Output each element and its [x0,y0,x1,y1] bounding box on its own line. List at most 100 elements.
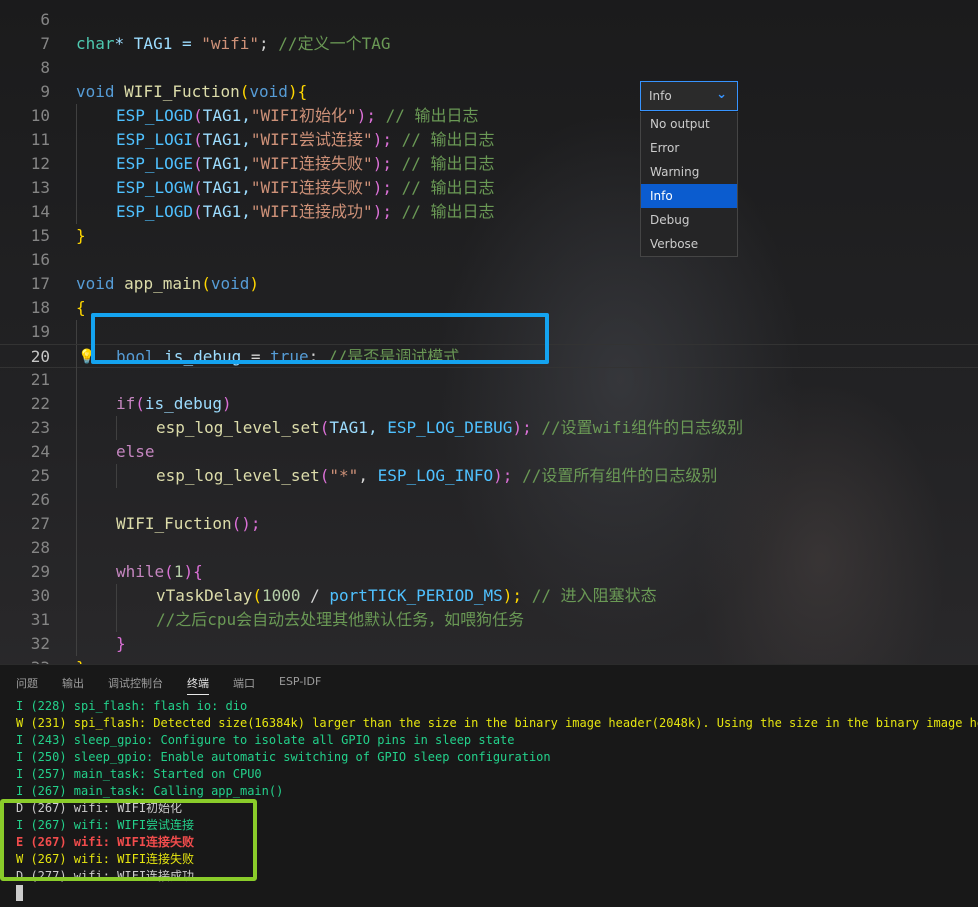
code-token: ( [239,82,250,101]
log-level-prefix: I (228) [16,699,74,713]
line-number: 6 [40,10,50,29]
indent-guide [76,320,77,344]
code-token: "WIFI尝试连接" [250,130,373,149]
code-line-15[interactable]: 15} [0,224,978,248]
log-level-option-error[interactable]: Error [641,136,737,160]
line-number: 21 [30,370,50,389]
code-token: // 输出日志 [401,154,495,173]
code-line-30[interactable]: 30 vTaskDelay(1000 / portTICK_PERIOD_MS);… [0,584,978,608]
code-text: } [76,656,86,664]
code-line-9[interactable]: 9 void WIFI_Fuction(void){ [0,80,978,104]
code-line-13[interactable]: 13 ESP_LOGW(TAG1,"WIFI连接失败"); // 输出日志 [0,176,978,200]
log-level-option-warning[interactable]: Warning [641,160,737,184]
code-token: void [249,82,288,101]
code-line-28[interactable]: 28 [0,536,978,560]
code-token: ) [221,394,232,413]
log-level-prefix: I (243) [16,733,74,747]
code-token: WIFI_Fuction [116,514,232,533]
log-level-option-verbose[interactable]: Verbose [641,232,737,256]
code-token: ( [193,130,203,149]
log-level-option-debug[interactable]: Debug [641,208,737,232]
log-level-dropdown[interactable]: Info ⌄ No output Error Warning Info Debug Ver… [640,81,738,257]
code-token: void [76,274,125,293]
line-number: 32 [30,634,50,653]
code-text: //之后cpu会自动去处理其他默认任务，如喂狗任务 [156,608,524,632]
code-line-11[interactable]: 11 ESP_LOGI(TAG1,"WIFI尝试连接"); // 输出日志 [0,128,978,152]
code-line-33[interactable]: 33} [0,656,978,664]
panel-tab-0[interactable]: 问题 [16,675,38,691]
line-number: 10 [30,106,50,125]
panel-tab-2[interactable]: 调试控制台 [108,675,163,691]
code-line-6[interactable]: 6 [0,8,978,32]
log-level-select[interactable]: Info ⌄ [640,81,738,111]
code-line-29[interactable]: 29 while(1){ [0,560,978,584]
code-line-26[interactable]: 26 [0,488,978,512]
annotation-box-wifi-logs [0,799,257,881]
code-line-16[interactable]: 16 [0,248,978,272]
indent-guide [116,464,117,488]
code-line-7[interactable]: 7 char* TAG1 = "wifi"; //定义一个TAG [0,32,978,56]
code-token: //之后cpu会自动去处理其他默认任务，如喂狗任务 [156,610,525,629]
code-token: // 输出日志 [385,106,479,125]
code-line-8[interactable]: 8 [0,56,978,80]
code-token: { [76,298,86,317]
indent-guide [76,608,77,632]
indent-guide [116,416,117,440]
line-number: 30 [30,586,50,605]
log-message: main_task: Started on CPU0 [73,767,262,781]
code-line-31[interactable]: 31 //之后cpu会自动去处理其他默认任务，如喂狗任务 [0,608,978,632]
line-number: 8 [40,58,50,77]
code-line-27[interactable]: 27 WIFI_Fuction(); [0,512,978,536]
log-level-option-info[interactable]: Info [641,184,737,208]
line-number: 22 [30,394,50,413]
code-line-21[interactable]: 21 [0,368,978,392]
code-line-23[interactable]: 23 esp_log_level_set(TAG1, ESP_LOG_DEBUG)… [0,416,978,440]
code-token: ( [193,106,203,125]
code-token: TAG1, [329,418,388,437]
code-token: ( [193,154,203,173]
panel-tab-4[interactable]: 端口 [233,675,255,691]
code-token: TAG1, [202,202,251,221]
panel-tab-1[interactable]: 输出 [62,675,84,691]
code-line-22[interactable]: 22 if(is_debug) [0,392,978,416]
indent-guide [76,200,77,224]
code-token: "wifi" [201,34,260,53]
code-token: //设置wifi组件的日志级别 [541,418,744,437]
code-token: / [300,586,330,605]
code-line-17[interactable]: 17 void app_main(void) [0,272,978,296]
code-token: //定义一个TAG [278,34,391,53]
indent-guide [76,128,77,152]
code-line-24[interactable]: 24 else [0,440,978,464]
indent-guide [76,464,77,488]
code-token: ); [512,418,542,437]
code-line-25[interactable]: 25 esp_log_level_set("*", ESP_LOG_INFO); … [0,464,978,488]
panel-tab-5[interactable]: ESP-IDF [279,675,321,688]
line-number: 13 [30,178,50,197]
terminal-line: I (257) main_task: Started on CPU0 [16,766,262,783]
code-token: ( [201,274,211,293]
code-token: esp_log_level_set [156,466,320,485]
code-token: ); [372,202,402,221]
code-token: , [358,466,378,485]
log-message: main_task: Calling app_main() [73,784,284,798]
terminal-line: W (231) spi_flash: Detected size(16384k)… [16,715,978,732]
code-token: portTICK_PERIOD_MS [329,586,503,605]
code-text: ESP_LOGE(TAG1,"WIFI连接失败"); // 输出日志 [116,152,495,176]
line-number: 29 [30,562,50,581]
code-text: char* TAG1 = "wifi"; //定义一个TAG [76,32,390,56]
code-token: "WIFI连接失败" [250,154,373,173]
log-level-option-no-output[interactable]: No output [641,112,737,136]
code-token: ESP_LOGE [116,154,194,173]
panel-tab-3[interactable]: 终端 [187,675,209,695]
code-token: esp_log_level_set [156,418,320,437]
code-line-14[interactable]: 14 ESP_LOGD(TAG1,"WIFI连接成功"); // 输出日志 [0,200,978,224]
line-number: 27 [30,514,50,533]
code-line-12[interactable]: 12 ESP_LOGE(TAG1,"WIFI连接失败"); // 输出日志 [0,152,978,176]
code-line-32[interactable]: 32} [0,632,978,656]
code-text: if(is_debug) [116,392,232,416]
code-token: "WIFI连接失败" [250,178,373,197]
code-line-10[interactable]: 10 ESP_LOGD(TAG1,"WIFI初始化"); // 输出日志 [0,104,978,128]
code-token: ); [372,178,402,197]
code-token: ( [193,178,203,197]
code-token: WIFI_Fuction [124,82,240,101]
